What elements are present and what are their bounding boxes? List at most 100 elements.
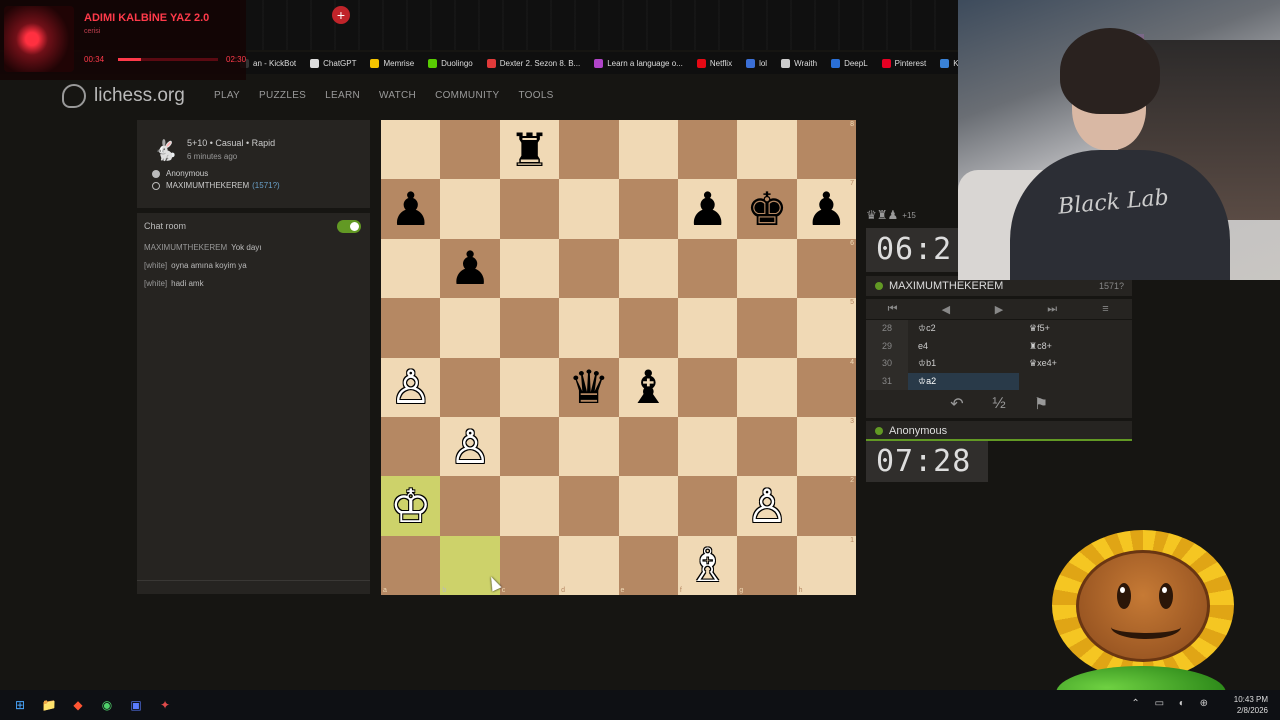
square-f1[interactable]: ♗ f (677, 535, 738, 595)
square-a7[interactable]: ♟ (381, 179, 441, 239)
square-b2[interactable] (440, 476, 500, 536)
square-d1[interactable]: d (559, 535, 619, 595)
square-c8[interactable]: ♜ (499, 120, 560, 180)
square-a2[interactable]: ♔ (381, 476, 441, 536)
piece-d4[interactable]: ♛ (568, 364, 609, 410)
square-d8[interactable] (559, 120, 619, 180)
square-h3[interactable]: 3 (796, 416, 856, 477)
bookmark-item[interactable]: ChatGPT (310, 58, 356, 68)
piece-h7[interactable]: ♟ (806, 186, 847, 232)
piece-c8[interactable]: ♜ (509, 127, 550, 173)
piece-g2[interactable]: ♙ (746, 483, 787, 529)
square-c7[interactable] (499, 179, 560, 239)
bookmark-item[interactable]: an - KickBot (240, 58, 296, 68)
site-logo[interactable]: lichess.org (62, 84, 185, 108)
square-a3[interactable] (381, 416, 441, 477)
offer-draw-button[interactable]: ½ (978, 395, 1020, 413)
square-e1[interactable]: e (618, 535, 678, 595)
nav-community[interactable]: COMMUNITY (435, 90, 499, 101)
bookmark-item[interactable]: Pinterest (881, 58, 926, 68)
square-g6[interactable] (737, 238, 797, 299)
chat-toggle[interactable] (337, 220, 361, 233)
square-a4[interactable]: ♙ (381, 357, 441, 417)
square-d7[interactable] (559, 179, 619, 239)
square-d2[interactable] (559, 476, 619, 536)
black-player-line[interactable]: MAXIMUMTHEKEREM (1571?) (152, 181, 280, 190)
bookmark-item[interactable]: Wraith (781, 58, 817, 68)
square-b7[interactable] (440, 179, 500, 239)
app-icon[interactable]: ◉ (98, 696, 116, 714)
system-clock[interactable]: 10:43 PM 2/8/2026 (1234, 694, 1268, 716)
square-c1[interactable]: c (499, 535, 560, 595)
square-b8[interactable] (440, 120, 500, 180)
square-a6[interactable] (381, 238, 441, 299)
square-a5[interactable] (381, 298, 441, 358)
piece-a4[interactable]: ♙ (390, 364, 431, 410)
piece-a2[interactable]: ♔ (390, 483, 431, 529)
square-g5[interactable] (737, 298, 797, 358)
square-h5[interactable]: 5 (796, 298, 856, 358)
menu-icon[interactable]: ≡ (1079, 303, 1132, 315)
square-a1[interactable]: a (381, 535, 441, 595)
piece-e4[interactable]: ♝ (628, 364, 669, 410)
player-line[interactable]: Anonymous (866, 421, 1132, 441)
square-d6[interactable] (559, 238, 619, 299)
resign-flag-icon[interactable]: ⚑ (1020, 394, 1062, 414)
start-icon[interactable]: ⊞ (11, 696, 29, 714)
square-f8[interactable] (677, 120, 738, 180)
square-e5[interactable] (618, 298, 678, 358)
square-e6[interactable] (618, 238, 678, 299)
square-f5[interactable] (677, 298, 738, 358)
file-explorer-icon[interactable]: 📁 (40, 696, 58, 714)
square-e2[interactable] (618, 476, 678, 536)
bookmark-item[interactable]: Memrise (370, 58, 414, 68)
white-move[interactable]: e4 (908, 338, 1019, 356)
square-g3[interactable] (737, 416, 797, 477)
nav-tools[interactable]: TOOLS (518, 90, 553, 101)
discord-icon[interactable]: ▣ (127, 696, 145, 714)
piece-b6[interactable]: ♟ (449, 245, 490, 291)
piece-f7[interactable]: ♟ (687, 186, 728, 232)
square-h6[interactable]: 6 (796, 238, 856, 299)
chat-input[interactable] (137, 580, 370, 594)
square-e4[interactable]: ♝ (618, 357, 678, 417)
white-move[interactable]: ♔c2 (908, 320, 1019, 338)
square-e3[interactable] (618, 416, 678, 477)
bookmark-item[interactable]: Learn a language o... (594, 58, 683, 68)
square-g1[interactable]: g (737, 535, 797, 595)
square-c2[interactable] (499, 476, 560, 536)
piece-f1[interactable]: ♗ (687, 542, 728, 588)
square-h1[interactable]: 1h (796, 535, 856, 595)
square-g7[interactable]: ♚ (737, 179, 797, 239)
square-g2[interactable]: ♙ (737, 476, 797, 536)
white-move[interactable]: ♔b1 (908, 355, 1019, 373)
piece-g7[interactable]: ♚ (746, 186, 787, 232)
chat-user[interactable]: MAXIMUMTHEKEREM (144, 243, 227, 252)
square-b6[interactable]: ♟ (440, 238, 500, 299)
nav-learn[interactable]: LEARN (325, 90, 360, 101)
nav-puzzles[interactable]: PUZZLES (259, 90, 306, 101)
square-d3[interactable] (559, 416, 619, 477)
bookmark-item[interactable]: DeepL (831, 58, 868, 68)
square-d5[interactable] (559, 298, 619, 358)
browser-icon[interactable]: ◆ (69, 696, 87, 714)
square-f6[interactable] (677, 238, 738, 299)
nav-play[interactable]: PLAY (214, 90, 240, 101)
black-move[interactable] (1019, 373, 1130, 391)
black-move[interactable]: ♛f5+ (1019, 320, 1130, 338)
square-f4[interactable] (677, 357, 738, 417)
new-tab-button[interactable]: + (332, 6, 350, 24)
first-move-icon[interactable]: ⏮ (866, 303, 919, 316)
square-d4[interactable]: ♛ (559, 357, 619, 417)
square-b4[interactable] (440, 357, 500, 417)
square-c4[interactable] (499, 357, 560, 417)
nav-watch[interactable]: WATCH (379, 90, 416, 101)
square-b5[interactable] (440, 298, 500, 358)
app2-icon[interactable]: ✦ (156, 696, 174, 714)
square-h8[interactable]: 8 (796, 120, 856, 180)
square-a8[interactable] (381, 120, 441, 180)
square-h7[interactable]: ♟ 7 (796, 179, 856, 239)
white-move[interactable]: ♔a2 (908, 372, 1019, 390)
piece-a7[interactable]: ♟ (390, 186, 431, 232)
next-move-icon[interactable]: ▶ (972, 303, 1025, 316)
